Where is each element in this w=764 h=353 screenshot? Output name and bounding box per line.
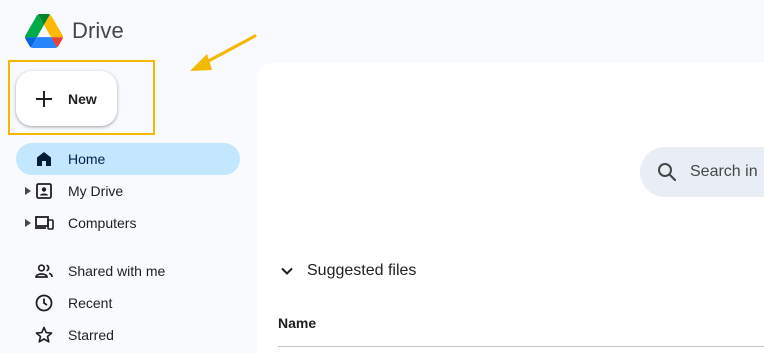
plus-icon xyxy=(36,90,52,107)
sidebar-item-shared-with-me[interactable]: Shared with me xyxy=(16,255,240,287)
new-button[interactable]: New xyxy=(16,71,117,126)
sidebar-item-recent[interactable]: Recent xyxy=(16,287,240,319)
home-icon xyxy=(37,152,51,166)
sidebar-item-label: Starred xyxy=(68,327,114,343)
computers-icon xyxy=(35,216,54,230)
drive-logo-icon xyxy=(25,14,63,48)
sidebar-item-computers[interactable]: Computers xyxy=(16,207,240,239)
table-divider xyxy=(278,346,764,347)
search-icon[interactable] xyxy=(656,161,678,183)
chevron-down-icon xyxy=(281,267,293,275)
app-name: Drive xyxy=(72,18,124,43)
drive-logo[interactable]: Drive xyxy=(25,14,124,48)
column-header-name[interactable]: Name xyxy=(278,315,316,331)
search-input[interactable]: Search in xyxy=(690,163,758,181)
star-icon xyxy=(35,326,53,343)
sidebar-item-label: Shared with me xyxy=(68,263,166,279)
my-drive-icon xyxy=(36,183,52,199)
search-bar[interactable]: Search in xyxy=(640,147,764,197)
sidebar-item-label: My Drive xyxy=(68,183,124,199)
drive-app: Drive New Home My Drive Computers Shared… xyxy=(0,0,764,353)
sidebar-item-starred[interactable]: Starred xyxy=(16,319,240,351)
sidebar-item-label: Computers xyxy=(68,215,137,231)
sidebar-item-my-drive[interactable]: My Drive xyxy=(16,175,240,207)
sidebar-item-label: Recent xyxy=(68,295,113,311)
suggested-files-toggle[interactable]: Suggested files xyxy=(278,262,416,280)
sidebar-item-home[interactable]: Home xyxy=(16,143,240,175)
annotation-arrow-icon xyxy=(190,34,257,71)
expand-caret-icon[interactable] xyxy=(25,187,31,195)
section-title: Suggested files xyxy=(307,262,417,279)
clock-icon xyxy=(35,294,53,312)
shared-icon xyxy=(35,264,53,278)
new-button-label: New xyxy=(68,90,97,107)
sidebar-item-label: Home xyxy=(68,151,106,167)
expand-caret-icon[interactable] xyxy=(25,219,31,227)
main-content xyxy=(257,63,764,353)
